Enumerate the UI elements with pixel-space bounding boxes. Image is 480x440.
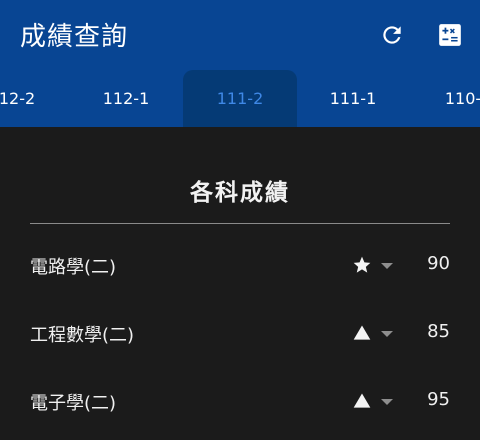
page-title: 成績查詢 [20, 22, 129, 52]
grades-content: 各科成績 電路學(二) 90 工程數學(二) 85 電子學(二) 95 [0, 127, 480, 440]
tab-semester-111-1[interactable]: 111-1 [296, 70, 410, 127]
chevron-down-icon[interactable] [380, 391, 394, 411]
tab-semester-110[interactable]: 110- [406, 70, 480, 127]
section-title: 各科成績 [190, 180, 290, 206]
course-row[interactable]: 電路學(二) 90 [0, 245, 480, 285]
star-icon [353, 256, 371, 273]
course-name: 電路學(二) [30, 257, 117, 278]
calculator-button[interactable] [434, 19, 466, 51]
course-row[interactable]: 電子學(二) 95 [0, 381, 480, 421]
chevron-down-icon[interactable] [380, 255, 394, 275]
app-bar: 成績查詢 [0, 0, 480, 70]
course-name: 電子學(二) [30, 393, 117, 414]
triangle-up-icon [353, 325, 371, 340]
refresh-button[interactable] [376, 19, 408, 51]
tab-semester-112-2[interactable]: 12-2 [0, 70, 74, 127]
tab-semester-112-1[interactable]: 112-1 [69, 70, 183, 127]
refresh-icon [383, 26, 401, 44]
course-score: 85 [427, 321, 450, 342]
tab-semester-111-2[interactable]: 111-2 [183, 70, 297, 127]
course-name: 工程數學(二) [30, 325, 135, 346]
calculator-icon [439, 24, 461, 46]
semester-tab-bar: 12-2 112-1 111-2 111-1 110- [0, 70, 480, 127]
divider [30, 223, 450, 224]
triangle-up-icon [353, 393, 371, 408]
chevron-down-icon[interactable] [380, 323, 394, 343]
course-score: 95 [427, 389, 450, 410]
course-score: 90 [427, 253, 450, 274]
course-row[interactable]: 工程數學(二) 85 [0, 313, 480, 353]
